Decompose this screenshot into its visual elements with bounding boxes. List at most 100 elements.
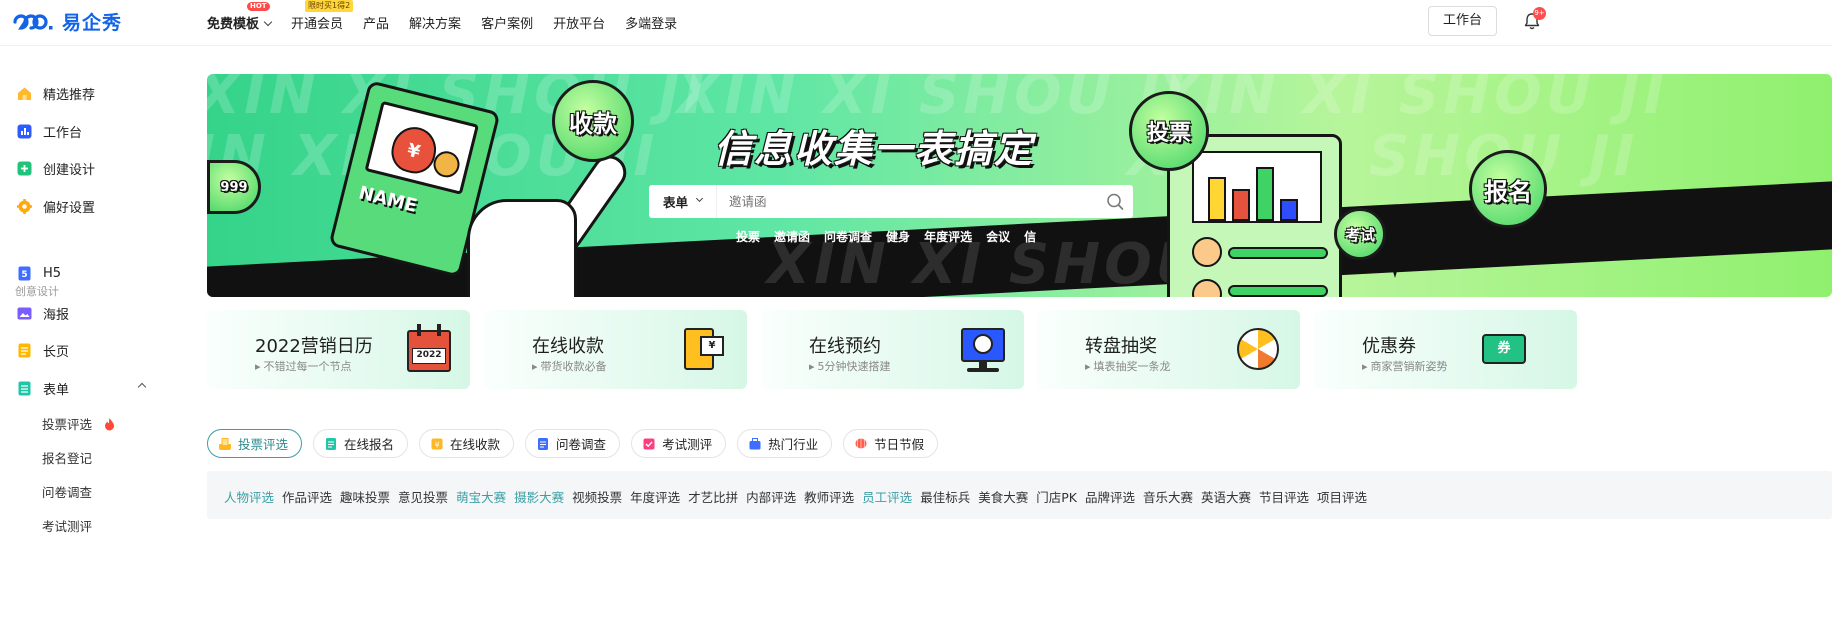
sidebar-item-form[interactable]: 表单 [17, 379, 147, 398]
sidebar-subitem-vote[interactable]: 投票评选 [42, 414, 115, 433]
nav-multi-login[interactable]: 多端登录 [625, 13, 677, 32]
tab-payment[interactable]: ¥ 在线收款 [419, 429, 515, 458]
lottery-wheel-icon [1237, 324, 1285, 374]
sub-category[interactable]: 音乐大赛 [1143, 487, 1193, 506]
sub-category[interactable]: 意见投票 [398, 487, 448, 506]
sub-category[interactable]: 人物评选 [224, 487, 274, 506]
feature-card-coupon[interactable]: 优惠券 商家营销新姿势 券 [1314, 310, 1577, 389]
sub-category[interactable]: 美食大赛 [978, 487, 1028, 506]
quick-link[interactable]: 信 [1024, 228, 1036, 245]
nav-open-platform[interactable]: 开放平台 [553, 13, 605, 32]
sub-category[interactable]: 摄影大赛 [514, 487, 564, 506]
quick-link[interactable]: 会议 [986, 228, 1010, 245]
tab-label: 在线报名 [344, 437, 395, 452]
top-header: 易企秀 免费模板 HOT 开通会员 限时买1得2 产品 解决方案 客户案例 开放… [0, 0, 1832, 46]
template-search-bar: 表单 [649, 185, 1133, 218]
sidebar-item-label: 偏好设置 [43, 201, 96, 216]
nav-free-templates[interactable]: 免费模板 HOT [207, 2, 273, 32]
sub-category[interactable]: 年度评选 [630, 487, 680, 506]
tab-signup[interactable]: 在线报名 [313, 429, 409, 458]
quick-link[interactable]: 投票 [736, 228, 760, 245]
longpage-icon [18, 343, 31, 358]
sidebar-subitem-signup[interactable]: 报名登记 [42, 448, 92, 467]
search-input[interactable] [717, 194, 1099, 209]
sidebar-item-preferences[interactable]: 偏好设置 [17, 197, 95, 216]
sidebar-item-poster[interactable]: 海报 [17, 304, 69, 323]
search-type-label: 表单 [662, 195, 688, 210]
coupon-icon: 券 [1482, 324, 1530, 374]
sub-category[interactable]: 品牌评选 [1085, 487, 1135, 506]
sub-category[interactable]: 最佳标兵 [920, 487, 970, 506]
sub-category[interactable]: 门店PK [1036, 487, 1077, 506]
sub-category[interactable]: 内部评选 [746, 487, 796, 506]
sub-category[interactable]: 萌宝大赛 [456, 487, 506, 506]
quick-link[interactable]: 年度评选 [924, 228, 972, 245]
sub-category[interactable]: 节目评选 [1259, 487, 1309, 506]
feature-card-calendar[interactable]: 2022营销日历 不错过每一个节点 2022 [207, 310, 470, 389]
nav-cases[interactable]: 客户案例 [481, 13, 533, 32]
tab-industry[interactable]: 热门行业 [737, 429, 833, 458]
search-icon[interactable] [1099, 185, 1133, 218]
gear-icon [17, 199, 32, 214]
sub-category[interactable]: 视频投票 [572, 487, 622, 506]
sidebar-item-workbench[interactable]: 工作台 [17, 122, 82, 141]
logo-text: 易企秀 [62, 12, 123, 34]
sidebar-item-label: H5 [43, 266, 62, 281]
quick-link[interactable]: 问卷调查 [824, 228, 872, 245]
sub-category[interactable]: 才艺比拼 [688, 487, 738, 506]
sub-category[interactable]: 英语大赛 [1201, 487, 1251, 506]
svg-text:¥: ¥ [434, 440, 439, 449]
sub-category-list: 人物评选 作品评选 趣味投票 意见投票 萌宝大赛 摄影大赛 视频投票 年度评选 … [224, 487, 1367, 506]
workbench-button[interactable]: 工作台 [1428, 6, 1497, 36]
search-type-select[interactable]: 表单 [649, 185, 717, 218]
card-title: 转盘抽奖 [1085, 336, 1157, 357]
quick-link[interactable]: 健身 [886, 228, 910, 245]
sidebar-item-label: 海报 [43, 308, 70, 323]
tab-survey[interactable]: 问卷调查 [525, 429, 621, 458]
tab-label: 在线收款 [450, 437, 501, 452]
chevron-up-icon[interactable] [137, 382, 147, 392]
tab-holiday[interactable]: 节日节假 [843, 429, 939, 458]
sub-category[interactable]: 趣味投票 [340, 487, 390, 506]
card-title: 在线收款 [532, 336, 604, 357]
feature-card-appointment[interactable]: 在线预约 5分钟快速搭建 [761, 310, 1024, 389]
sidebar-item-create[interactable]: 创建设计 [17, 159, 95, 178]
nav-solutions[interactable]: 解决方案 [409, 13, 461, 32]
sidebar-item-label: 表单 [43, 383, 70, 398]
nav-label: 免费模板 [207, 17, 260, 32]
card-subtitle: 填表抽奖一条龙 [1085, 358, 1171, 374]
banner-bg-text: XIN XI SHOU JI [1157, 74, 1669, 127]
quick-link[interactable]: 邀请函 [774, 228, 810, 245]
sparkle-icon [1382, 252, 1408, 278]
tab-exam[interactable]: 考试测评 [631, 429, 727, 458]
nav-membership[interactable]: 开通会员 限时买1得2 [291, 0, 354, 32]
sidebar-subitem-exam[interactable]: 考试测评 [42, 516, 92, 535]
card-subtitle: 不错过每一个节点 [255, 358, 352, 374]
exam-icon [643, 438, 655, 449]
logo[interactable]: 易企秀 [12, 8, 122, 35]
sidebar-item-longpage[interactable]: 长页 [17, 341, 69, 360]
payment-icon: ¥ [431, 438, 443, 449]
sub-category[interactable]: 作品评选 [282, 487, 332, 506]
nav-products[interactable]: 产品 [363, 13, 389, 32]
sidebar-item-label: 创建设计 [43, 163, 96, 178]
banner-slogan: 信息收集一表搞定 [714, 127, 1035, 171]
sub-category[interactable]: 项目评选 [1317, 487, 1367, 506]
sub-category[interactable]: 员工评选 [862, 487, 912, 506]
feature-card-lottery[interactable]: 转盘抽奖 填表抽奖一条龙 [1037, 310, 1300, 389]
hero-banner[interactable]: XIN XI SHOU JI XIN XI SHOU JI XIN XI SHO… [207, 74, 1832, 297]
feature-card-payment[interactable]: 在线收款 带货收款必备 ¥ [484, 310, 747, 389]
card-subtitle: 带货收款必备 [532, 358, 607, 374]
sub-category[interactable]: 教师评选 [804, 487, 854, 506]
hand-illustration [447, 129, 633, 297]
coupon-label: 券 [1482, 334, 1526, 364]
sidebar-item-h5[interactable]: 5 H5 [17, 266, 61, 281]
tab-vote[interactable]: 投票评选 [207, 429, 303, 458]
poster-icon [17, 307, 32, 320]
sidebar-subitem-survey[interactable]: 问卷调查 [42, 482, 92, 501]
sidebar-item-featured[interactable]: 精选推荐 [17, 84, 95, 103]
tab-label: 考试测评 [662, 437, 713, 452]
form-icon [18, 381, 31, 396]
notification-badge: 9+ [1533, 7, 1546, 20]
feature-cards: 2022营销日历 不错过每一个节点 2022 在线收款 带货收款必备 ¥ 在线预… [207, 310, 1832, 389]
